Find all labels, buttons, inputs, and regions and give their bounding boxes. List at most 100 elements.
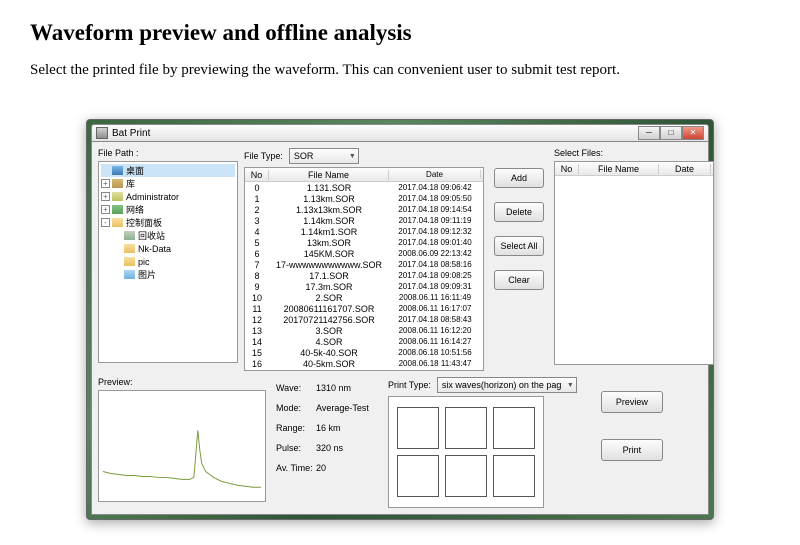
tree-item[interactable]: pic (101, 255, 235, 268)
tree-item[interactable]: -控制面板 (101, 216, 235, 229)
expand-icon[interactable]: + (101, 205, 110, 214)
tree-item[interactable]: Nk-Data (101, 242, 235, 255)
sel-col-date-header[interactable]: Date (659, 164, 711, 174)
file-type-select[interactable]: SOR (289, 148, 359, 164)
table-row[interactable]: 6145KM.SOR2008.06.09 22:13:42 (245, 248, 483, 259)
print-button[interactable]: Print (601, 439, 663, 461)
tree-item-label: Nk-Data (138, 244, 171, 254)
tree-indent (101, 166, 110, 175)
tree-item-label: 图片 (138, 268, 156, 281)
folder-icon (124, 244, 135, 253)
file-list-body[interactable]: 01.131.SOR2017.04.18 09:06:4211.13km.SOR… (245, 182, 483, 370)
table-row[interactable]: 717-wwwwwwwwwww.SOR2017.04.18 08:58:16 (245, 259, 483, 270)
layout-slot (445, 455, 487, 497)
tree-item[interactable]: + 网络 (101, 203, 235, 216)
table-row[interactable]: 513km.SOR2017.04.18 09:01:40 (245, 237, 483, 248)
table-row[interactable]: 133.SOR2008.06.11 16:12:20 (245, 325, 483, 336)
delete-button[interactable]: Delete (494, 202, 544, 222)
folder-icon (112, 166, 123, 175)
col-date-header[interactable]: Date (389, 170, 481, 179)
tree-item[interactable]: 桌面 (101, 164, 235, 177)
maximize-button[interactable]: □ (660, 126, 682, 140)
cell-date: 2008.06.18 10:51:56 (389, 348, 481, 357)
tree-item-label: Administrator (126, 192, 179, 202)
table-row[interactable]: 1120080611161707.SOR2008.06.11 16:17:07 (245, 303, 483, 314)
folder-tree[interactable]: 桌面+库+Administrator+网络-控制面板回收站Nk-Datapic图… (98, 161, 238, 363)
app-icon (96, 127, 108, 139)
collapse-icon[interactable]: - (101, 218, 110, 227)
cell-no: 12 (245, 315, 269, 325)
cell-filename: 1.131.SOR (269, 183, 389, 193)
layout-slot (397, 455, 439, 497)
cell-filename: 1.14km1.SOR (269, 227, 389, 237)
cell-filename: 40-5k-40.SOR (269, 348, 389, 358)
folder-icon (112, 218, 123, 227)
tree-indent (113, 244, 122, 253)
cell-filename: 17.3m.SOR (269, 282, 389, 292)
cell-filename: 20080611161707.SOR (269, 304, 389, 314)
col-no-header[interactable]: No (245, 170, 269, 180)
file-type-label: File Type: (244, 151, 283, 161)
select-all-button[interactable]: Select All (494, 236, 544, 256)
tree-indent (113, 270, 122, 279)
table-row[interactable]: 1640-5km.SOR2008.06.18 11:43:47 (245, 358, 483, 369)
cell-no: 4 (245, 227, 269, 237)
tree-item[interactable]: +库 (101, 177, 235, 190)
cell-no: 16 (245, 359, 269, 369)
cell-date: 2017.04.18 09:01:40 (389, 238, 481, 247)
tree-item-label: 库 (126, 177, 135, 190)
select-files-label: Select Files: (554, 148, 714, 158)
table-row[interactable]: 817.1.SOR2017.04.18 09:08:25 (245, 270, 483, 281)
minimize-button[interactable]: ─ (638, 126, 660, 140)
table-row[interactable]: 917.3m.SOR2017.04.18 09:09:31 (245, 281, 483, 292)
print-type-select[interactable]: six waves(horizon) on the pag (437, 377, 577, 393)
preview-label: Preview: (98, 377, 266, 387)
table-row[interactable]: 31.14km.SOR2017.04.18 09:11:19 (245, 215, 483, 226)
col-filename-header[interactable]: File Name (269, 170, 389, 180)
cell-filename: 2.SOR (269, 293, 389, 303)
table-row[interactable]: 21.13x13km.SOR2017.04.18 09:14:54 (245, 204, 483, 215)
add-button[interactable]: Add (494, 168, 544, 188)
tree-item-label: 网络 (126, 203, 144, 216)
mode-value: Average-Test (316, 403, 369, 413)
tree-item[interactable]: 图片 (101, 268, 235, 281)
tree-item[interactable]: 回收站 (101, 229, 235, 242)
clear-button[interactable]: Clear (494, 270, 544, 290)
folder-icon (124, 270, 135, 279)
tree-item[interactable]: + Administrator (101, 190, 235, 203)
cell-date: 2008.06.18 11:43:47 (389, 359, 481, 368)
table-row[interactable]: 1220170721142756.SOR2017.04.18 08:58:43 (245, 314, 483, 325)
titlebar[interactable]: Bat Print ─ □ ✕ (91, 124, 709, 142)
tree-indent (113, 231, 122, 240)
table-row[interactable]: 11.13km.SOR2017.04.18 09:05:50 (245, 193, 483, 204)
cell-date: 2008.06.11 16:12:20 (389, 326, 481, 335)
preview-button[interactable]: Preview (601, 391, 663, 413)
cell-no: 7 (245, 260, 269, 270)
table-row[interactable]: 102.SOR2008.06.11 16:11:49 (245, 292, 483, 303)
cell-date: 2008.06.11 16:17:07 (389, 304, 481, 313)
cell-date: 2017.04.18 09:14:54 (389, 205, 481, 214)
table-row[interactable]: 144.SOR2008.06.11 16:14:27 (245, 336, 483, 347)
folder-icon (112, 179, 123, 188)
expand-icon[interactable]: + (101, 179, 110, 188)
table-row[interactable]: 1540-5k-40.SOR2008.06.18 10:51:56 (245, 347, 483, 358)
folder-icon (112, 192, 123, 201)
cell-filename: 1.13km.SOR (269, 194, 389, 204)
table-row[interactable]: 41.14km1.SOR2017.04.18 09:12:32 (245, 226, 483, 237)
layout-slot (397, 407, 439, 449)
expand-icon[interactable]: + (101, 192, 110, 201)
cell-filename: 13km.SOR (269, 238, 389, 248)
table-row[interactable]: 01.131.SOR2017.04.18 09:06:42 (245, 182, 483, 193)
cell-filename: 145KM.SOR (269, 249, 389, 259)
cell-filename: 40-5km.SOR (269, 359, 389, 369)
cell-date: 2017.04.18 09:06:42 (389, 183, 481, 192)
cell-no: 5 (245, 238, 269, 248)
selected-files-body[interactable] (555, 176, 713, 364)
waveform-info-panel: Wave:1310 nm Mode:Average-Test Range:16 … (272, 377, 382, 508)
sel-col-no-header[interactable]: No (555, 164, 579, 174)
cell-filename: 1.14km.SOR (269, 216, 389, 226)
cell-no: 2 (245, 205, 269, 215)
sel-col-filename-header[interactable]: File Name (579, 164, 659, 174)
cell-no: 14 (245, 337, 269, 347)
close-button[interactable]: ✕ (682, 126, 704, 140)
